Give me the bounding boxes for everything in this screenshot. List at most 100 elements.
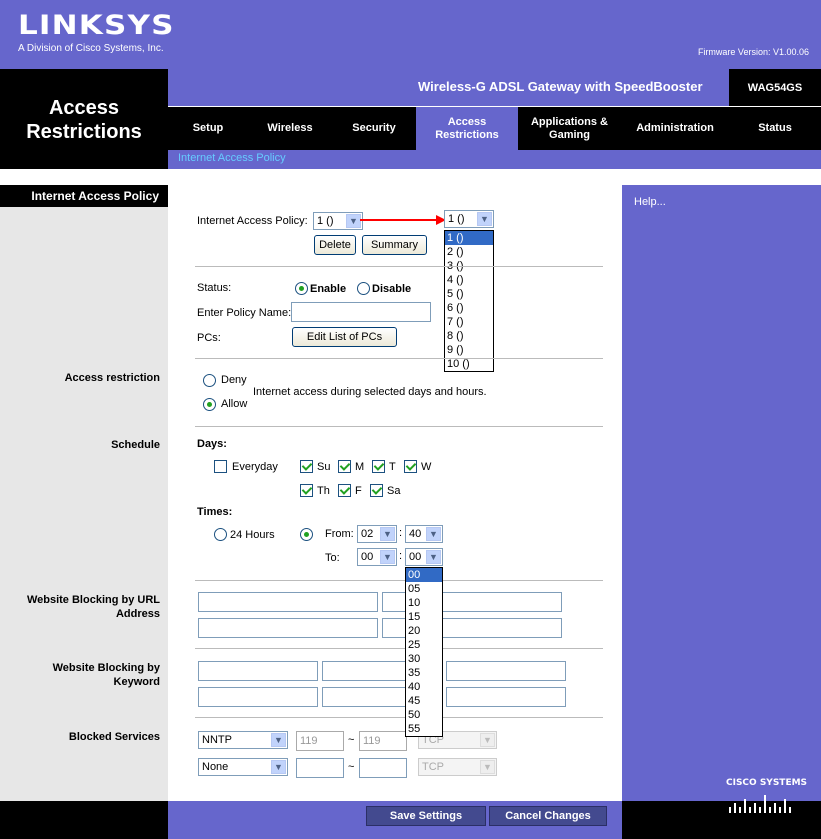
tab-security[interactable]: Security (332, 107, 416, 150)
keyword-input-6[interactable] (446, 687, 566, 707)
chevron-down-icon: ▼ (477, 212, 492, 226)
section-heading: Internet Access Policy (0, 185, 168, 207)
minute-option[interactable]: 00 (406, 568, 442, 582)
tab-access-restrictions[interactable]: Access Restrictions (416, 107, 518, 150)
day-checkbox-w[interactable] (404, 460, 417, 473)
policy-option[interactable]: 7 () (445, 315, 493, 329)
status-enable-label: Enable (310, 283, 347, 295)
day-checkbox-m[interactable] (338, 460, 351, 473)
hours24-radio[interactable] (214, 528, 227, 541)
minute-option[interactable]: 50 (406, 708, 442, 722)
day-checkbox-t[interactable] (372, 460, 385, 473)
from-minute-select[interactable]: 40 ▼ (405, 525, 443, 543)
minute-dropdown-list: 00 05 10 15 20 25 30 35 40 45 50 55 (405, 567, 443, 737)
url-block-input-3[interactable] (198, 618, 378, 638)
service-value-2: None (202, 761, 229, 773)
chevron-down-icon: ▼ (346, 214, 361, 228)
help-panel (622, 185, 821, 801)
chevron-down-icon: ▼ (271, 733, 286, 747)
everyday-checkbox[interactable] (214, 460, 227, 473)
day-label-w: W (421, 461, 432, 473)
deny-radio[interactable] (203, 374, 216, 387)
tab-status[interactable]: Status (729, 107, 821, 150)
minute-option[interactable]: 05 (406, 582, 442, 596)
keyword-input-3[interactable] (446, 661, 566, 681)
policy-option[interactable]: 2 () (445, 245, 493, 259)
minute-option[interactable]: 15 (406, 610, 442, 624)
day-label-sa: Sa (387, 485, 401, 497)
policy-select[interactable]: 1 () ▼ (313, 212, 363, 230)
allow-radio[interactable] (203, 398, 216, 411)
policy-option[interactable]: 4 () (445, 273, 493, 287)
summary-button[interactable]: Summary (362, 235, 427, 255)
day-checkbox-sa[interactable] (370, 484, 383, 497)
deny-label: Deny (221, 374, 247, 386)
chevron-down-icon: ▼ (271, 760, 286, 774)
minute-option[interactable]: 45 (406, 694, 442, 708)
protocol-select-2[interactable]: TCP ▼ (418, 758, 497, 776)
label-access-restriction: Access restriction (64, 372, 160, 384)
annotation-arrow-icon (360, 215, 446, 225)
service-select-1[interactable]: NNTP ▼ (198, 731, 288, 749)
to-hour-select[interactable]: 00 ▼ (357, 548, 397, 566)
save-settings-button[interactable]: Save Settings (366, 806, 486, 826)
tab-administration[interactable]: Administration (621, 107, 729, 150)
policy-option[interactable]: 1 () (445, 231, 493, 245)
cisco-logo-icon (729, 795, 791, 813)
day-label-su: Su (317, 461, 331, 473)
page-title-line2: Restrictions (26, 121, 142, 143)
service-port-to-1[interactable]: 119 (359, 731, 407, 751)
divider (195, 426, 603, 427)
minute-option[interactable]: 25 (406, 638, 442, 652)
policy-option[interactable]: 6 () (445, 301, 493, 315)
minute-option[interactable]: 10 (406, 596, 442, 610)
minute-option[interactable]: 35 (406, 666, 442, 680)
to-hour-value: 00 (361, 551, 374, 563)
page-title: Access Restrictions (0, 96, 168, 144)
tab-applications-gaming[interactable]: Applications & Gaming (518, 107, 621, 150)
minute-option[interactable]: 55 (406, 722, 442, 736)
subtab-internet-access-policy[interactable]: Internet Access Policy (178, 152, 286, 164)
policy-option[interactable]: 8 () (445, 329, 493, 343)
policy-option[interactable]: 9 () (445, 343, 493, 357)
edit-pcs-button[interactable]: Edit List of PCs (292, 327, 397, 347)
policy-option[interactable]: 5 () (445, 287, 493, 301)
status-disable-radio[interactable] (357, 282, 370, 295)
minute-option[interactable]: 30 (406, 652, 442, 666)
port-tilde: ~ (348, 734, 355, 746)
minute-option[interactable]: 20 (406, 624, 442, 638)
help-link[interactable]: Help... (634, 196, 666, 208)
label-schedule: Schedule (111, 439, 160, 451)
tab-setup[interactable]: Setup (168, 107, 248, 150)
policy-option[interactable]: 10 () (445, 357, 493, 371)
status-enable-radio[interactable] (295, 282, 308, 295)
delete-button[interactable]: Delete (314, 235, 356, 255)
policy-name-input[interactable] (291, 302, 431, 322)
day-checkbox-f[interactable] (338, 484, 351, 497)
service-port-to-2[interactable] (359, 758, 407, 778)
pcs-label: PCs: (197, 332, 221, 344)
day-checkbox-su[interactable] (300, 460, 313, 473)
service-select-2[interactable]: None ▼ (198, 758, 288, 776)
divider (195, 648, 603, 649)
cancel-changes-button[interactable]: Cancel Changes (489, 806, 607, 826)
service-port-from-1[interactable]: 119 (296, 731, 344, 751)
to-minute-select[interactable]: 00 ▼ (405, 548, 443, 566)
tab-wireless[interactable]: Wireless (248, 107, 332, 150)
label-keyword-blocking-line1: Website Blocking by (52, 662, 160, 674)
service-port-from-2[interactable] (296, 758, 344, 778)
to-label: To: (325, 552, 340, 564)
url-block-input-1[interactable] (198, 592, 378, 612)
minute-option[interactable]: 40 (406, 680, 442, 694)
from-minute-value: 40 (409, 528, 422, 540)
from-hour-select[interactable]: 02 ▼ (357, 525, 397, 543)
day-label-f: F (355, 485, 362, 497)
chevron-down-icon: ▼ (426, 527, 441, 541)
keyword-input-1[interactable] (198, 661, 318, 681)
time-range-radio[interactable] (300, 528, 313, 541)
times-label: Times: (197, 506, 233, 518)
spacer (0, 169, 821, 185)
day-checkbox-th[interactable] (300, 484, 313, 497)
keyword-input-4[interactable] (198, 687, 318, 707)
policy-select-open[interactable]: 1 () ▼ (444, 210, 494, 228)
